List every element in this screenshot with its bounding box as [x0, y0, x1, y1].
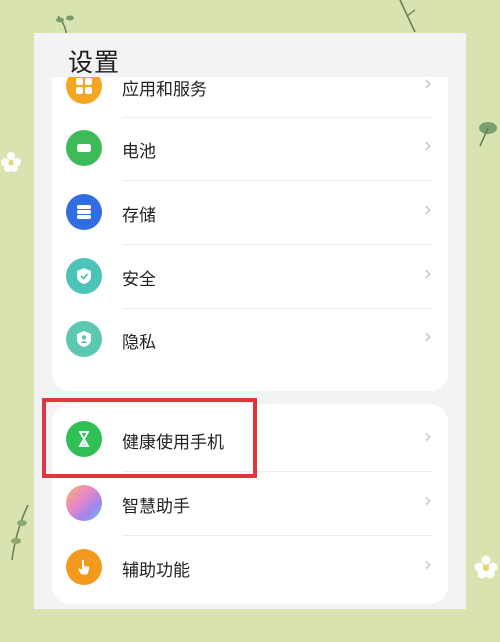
flower-doodle-icon [474, 555, 498, 579]
hand-icon [66, 549, 102, 585]
settings-item-label: 智慧助手 [122, 497, 190, 517]
privacy-icon [66, 321, 102, 357]
settings-group-system: 应用和服务 › 电池 › 存储 › 安全 › 隐私 › [52, 77, 448, 391]
battery-icon [66, 130, 102, 166]
settings-item-battery[interactable]: 电池 › [52, 117, 448, 179]
highlight-box [42, 398, 257, 478]
settings-screen: 设置 应用和服务 › 电池 › 存储 › 安全 › 隐私 › 健康使用手机 › … [34, 33, 466, 609]
settings-item-apps-services[interactable]: 应用和服务 › [52, 77, 448, 117]
chevron-right-icon: › [424, 261, 432, 285]
leaf-doodle-icon [479, 122, 497, 147]
assistant-icon [66, 485, 102, 521]
chevron-right-icon: › [424, 324, 432, 348]
shield-icon [66, 258, 102, 294]
settings-item-label: 应用和服务 [122, 80, 207, 100]
settings-item-smart-assistant[interactable]: 智慧助手 › [52, 472, 448, 534]
chevron-right-icon: › [424, 133, 432, 157]
chevron-right-icon: › [424, 552, 432, 576]
chevron-right-icon: › [424, 488, 432, 512]
page-title: 设置 [68, 48, 121, 77]
branch-doodle-icon [399, 0, 416, 33]
settings-item-label: 辅助功能 [122, 561, 190, 581]
chevron-right-icon: › [424, 77, 432, 95]
storage-icon [66, 194, 102, 230]
settings-item-storage[interactable]: 存储 › [52, 181, 448, 243]
settings-item-security[interactable]: 安全 › [52, 245, 448, 307]
settings-item-label: 安全 [122, 270, 156, 290]
settings-item-accessibility[interactable]: 辅助功能 › [52, 536, 448, 598]
settings-item-privacy[interactable]: 隐私 › [52, 308, 448, 370]
settings-item-label: 电池 [122, 142, 156, 162]
settings-item-label: 存储 [122, 206, 156, 226]
settings-item-label: 隐私 [122, 333, 156, 353]
chevron-right-icon: › [424, 197, 432, 221]
chevron-right-icon: › [424, 424, 432, 448]
branch-doodle-icon [11, 505, 29, 560]
apps-icon [66, 77, 102, 104]
flower-doodle-icon [1, 152, 21, 172]
